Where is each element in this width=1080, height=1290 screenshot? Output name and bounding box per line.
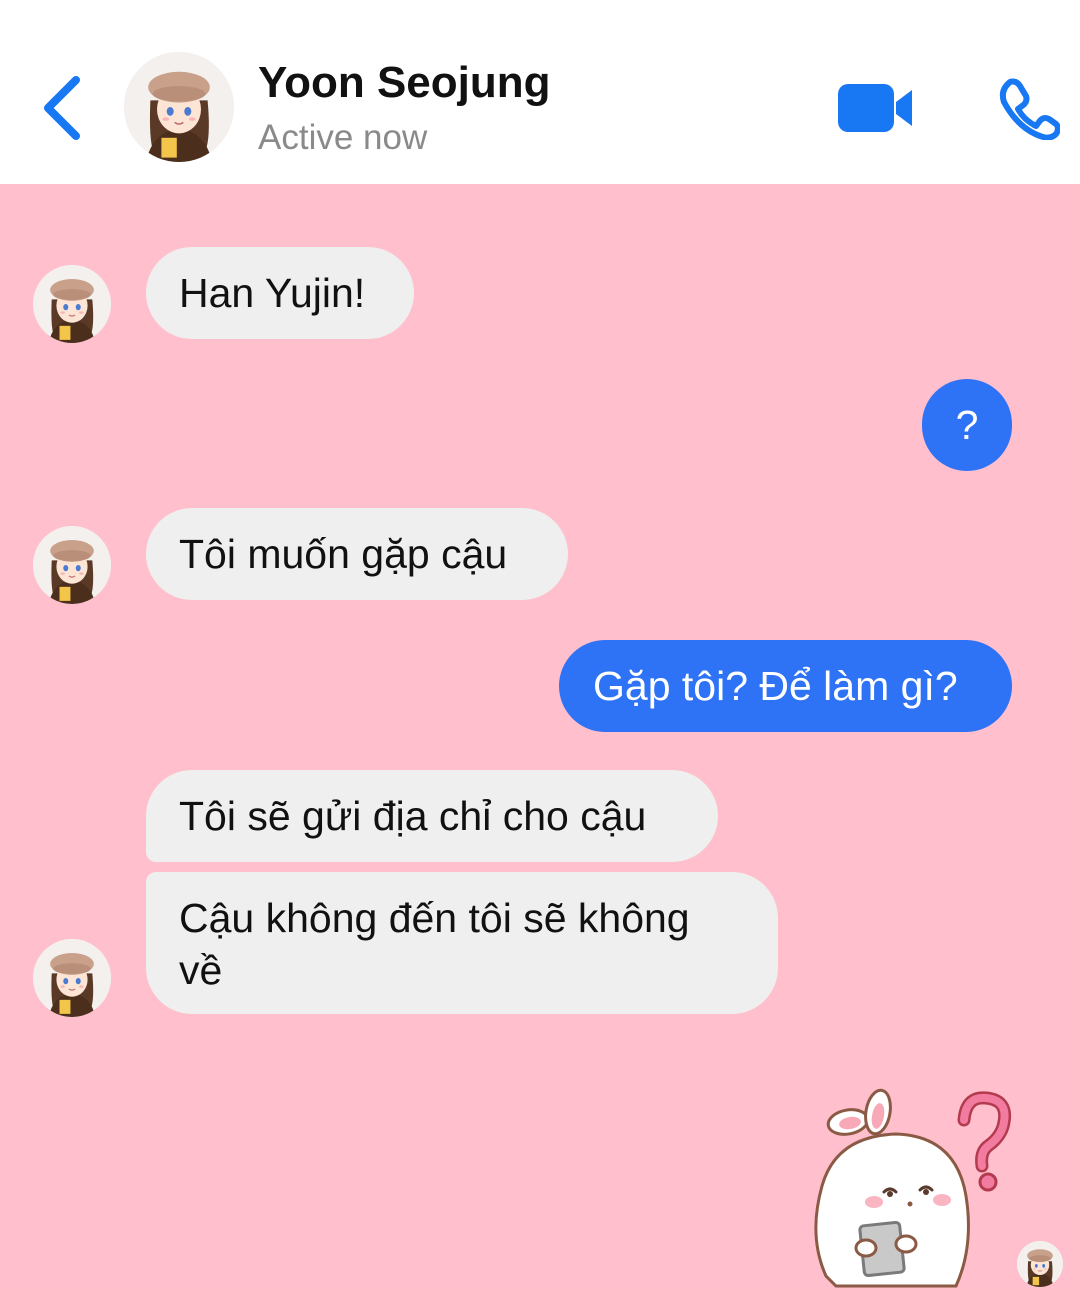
back-button[interactable]	[34, 70, 90, 146]
message-text-line: về	[179, 947, 223, 993]
active-status: Active now	[258, 118, 428, 157]
chevron-left-icon	[44, 76, 80, 140]
confused-bunny-sticker[interactable]	[806, 1086, 1026, 1290]
message-bubble-incoming[interactable]: Tôi muốn gặp cậu	[146, 508, 568, 600]
message-bubble-incoming[interactable]: Tôi sẽ gửi địa chỉ cho cậu	[146, 770, 718, 862]
message-text-line: Cậu không đến tôi sẽ không	[179, 895, 690, 941]
sender-avatar[interactable]	[33, 265, 111, 343]
bunny-sticker-icon	[814, 1088, 1012, 1288]
message-bubble-outgoing[interactable]: ?	[922, 379, 1012, 471]
message-text: Tôi muốn gặp cậu	[179, 531, 508, 577]
message-text: Han Yujin!	[179, 270, 366, 316]
contact-name[interactable]: Yoon Seojung	[258, 58, 551, 108]
sender-avatar[interactable]	[33, 526, 111, 604]
phone-icon	[999, 78, 1060, 140]
voice-call-button[interactable]	[996, 76, 1060, 140]
message-text: Gặp tôi? Để làm gì?	[593, 663, 958, 709]
contact-avatar[interactable]	[124, 52, 234, 162]
video-camera-icon	[838, 84, 912, 132]
message-bubble-incoming[interactable]: Cậu không đến tôi sẽ không về	[146, 872, 778, 1014]
sender-avatar[interactable]	[33, 939, 111, 1017]
message-text: Tôi sẽ gửi địa chỉ cho cậu	[179, 793, 647, 839]
seen-indicator-avatar	[1017, 1241, 1063, 1287]
message-bubble-incoming[interactable]: Han Yujin!	[146, 247, 414, 339]
video-call-button[interactable]	[836, 80, 916, 136]
chat-header: Yoon Seojung Active now	[0, 0, 1080, 184]
message-text: ?	[955, 402, 979, 448]
message-bubble-outgoing[interactable]: Gặp tôi? Để làm gì?	[559, 640, 1012, 732]
